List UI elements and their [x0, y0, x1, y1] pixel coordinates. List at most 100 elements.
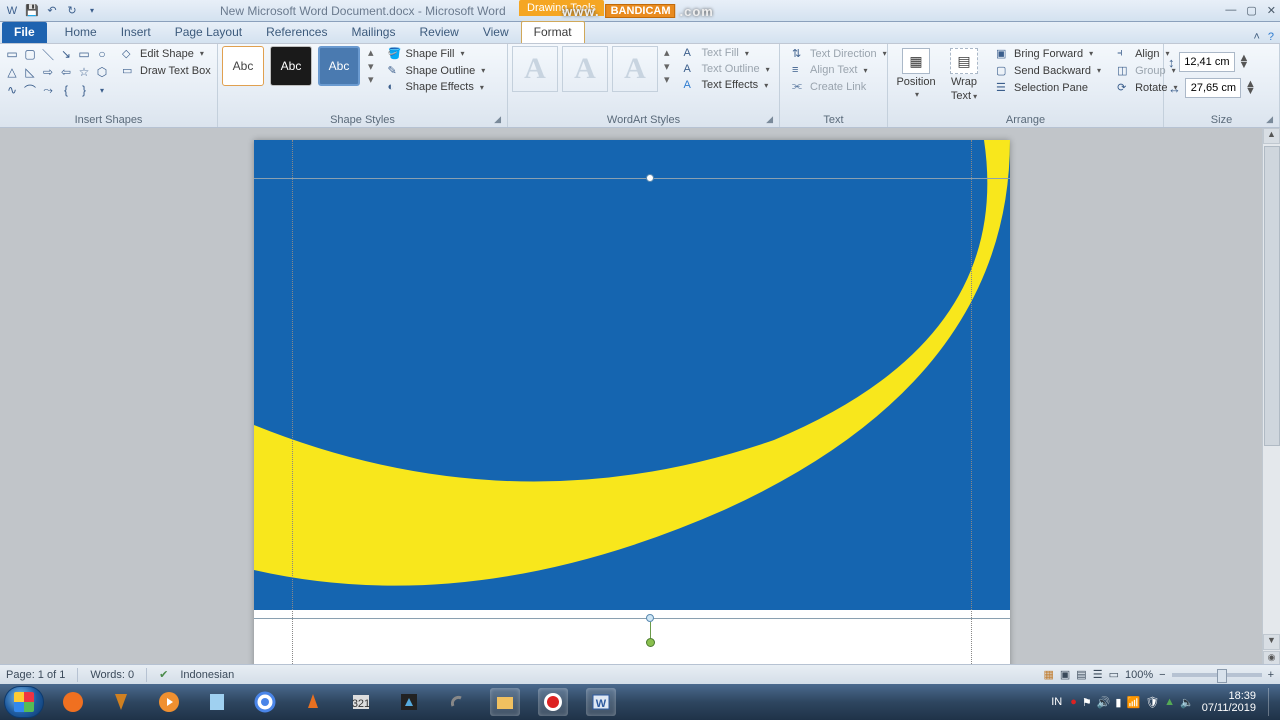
tray-sound-icon[interactable]: 🔈: [1180, 696, 1194, 709]
tab-format[interactable]: Format: [521, 21, 585, 43]
shape-arrow3-icon[interactable]: ⇦: [58, 64, 74, 80]
dialog-launcher-icon[interactable]: ◢: [1266, 114, 1273, 125]
taskbar-mpc-icon[interactable]: 321: [346, 688, 376, 716]
scroll-up-button[interactable]: ▲: [1263, 128, 1280, 144]
view-web-icon[interactable]: ▤: [1076, 668, 1086, 681]
width-spinner[interactable]: ▲▼: [1245, 81, 1256, 95]
zoom-slider[interactable]: [1172, 673, 1262, 677]
bring-forward-button[interactable]: ▣Bring Forward▾: [992, 46, 1105, 61]
draw-text-box-button[interactable]: ▭Draw Text Box: [118, 63, 215, 78]
tab-mailings[interactable]: Mailings: [339, 22, 407, 43]
tab-insert[interactable]: Insert: [109, 22, 163, 43]
status-page[interactable]: Page: 1 of 1: [6, 669, 65, 681]
shape-rect-icon[interactable]: ▭: [76, 46, 92, 62]
shapes-more-icon[interactable]: ▾: [94, 82, 110, 98]
zoom-out-button[interactable]: −: [1159, 669, 1165, 681]
shape-outline-button[interactable]: ✎Shape Outline▾: [384, 63, 490, 78]
shape-star-icon[interactable]: ☆: [76, 64, 92, 80]
shape-brace-icon[interactable]: {: [58, 82, 74, 98]
status-language[interactable]: Indonesian: [180, 669, 234, 681]
taskbar-app1-icon[interactable]: [394, 688, 424, 716]
shape-brace2-icon[interactable]: }: [76, 82, 92, 98]
shape-fill-button[interactable]: 🪣Shape Fill▾: [384, 46, 490, 61]
taskbar-bandicam-icon[interactable]: [538, 688, 568, 716]
close-button[interactable]: ✕: [1267, 4, 1276, 17]
undo-icon[interactable]: ↶: [44, 3, 60, 19]
tray-battery-icon[interactable]: ▮: [1115, 696, 1121, 709]
shapes-gallery[interactable]: ▭ ▢ ＼ ↘ ▭ ○ △ ◺ ⇨ ⇦ ☆ ⬡ ∿ ⌒ ⤳ { } ▾: [4, 46, 110, 98]
save-icon[interactable]: 💾: [24, 3, 40, 19]
show-desktop-button[interactable]: [1268, 688, 1276, 716]
shape-styles-gallery[interactable]: Abc Abc Abc ▴▾▾: [222, 46, 376, 86]
tab-page-layout[interactable]: Page Layout: [163, 22, 254, 43]
align-text-button[interactable]: ≡Align Text▾: [788, 63, 891, 77]
view-draft-icon[interactable]: ▭: [1109, 668, 1119, 681]
wordart-gallery-more[interactable]: ▴▾▾: [662, 46, 672, 86]
wordart-preset-3[interactable]: A: [612, 46, 658, 92]
redo-icon[interactable]: ↻: [64, 3, 80, 19]
wordart-preset-1[interactable]: A: [512, 46, 558, 92]
page[interactable]: [254, 140, 1010, 684]
selection-pane-button[interactable]: ☰Selection Pane: [992, 80, 1105, 95]
tab-review[interactable]: Review: [407, 22, 470, 43]
qat-more-icon[interactable]: ▾: [84, 3, 100, 19]
vertical-scrollbar[interactable]: ▲ ▼ ◉ ▼: [1262, 128, 1280, 684]
dialog-launcher-icon[interactable]: ◢: [766, 114, 773, 125]
tray-shield-icon[interactable]: 🛡: [1145, 696, 1159, 709]
tray-language[interactable]: IN: [1051, 696, 1062, 708]
style-preset-3[interactable]: Abc: [318, 46, 360, 86]
style-gallery-more[interactable]: ▴▾▾: [366, 46, 376, 86]
tab-home[interactable]: Home: [53, 22, 109, 43]
edit-shape-button[interactable]: ◇Edit Shape▾: [118, 46, 215, 61]
zoom-level[interactable]: 100%: [1125, 669, 1153, 681]
tray-volume-icon[interactable]: 🔊: [1097, 696, 1111, 709]
tray-flag-icon[interactable]: ⚑: [1082, 696, 1092, 709]
scroll-thumb[interactable]: [1264, 146, 1280, 446]
style-preset-1[interactable]: Abc: [222, 46, 264, 86]
shape-line-icon[interactable]: ＼: [40, 46, 56, 62]
wrap-text-button[interactable]: ▤ Wrap Text▾: [944, 46, 984, 104]
start-button[interactable]: [4, 686, 44, 718]
taskbar-word-icon[interactable]: W: [586, 688, 616, 716]
taskbar-uc-browser-icon[interactable]: [58, 688, 88, 716]
shape-oval-icon[interactable]: ○: [94, 46, 110, 62]
taskbar-explorer-icon[interactable]: [490, 688, 520, 716]
height-spinner[interactable]: ▲▼: [1239, 55, 1250, 69]
text-outline-button[interactable]: AText Outline▾: [680, 62, 774, 76]
taskbar-media-player-icon[interactable]: [154, 688, 184, 716]
help-icon[interactable]: ?: [1268, 31, 1274, 43]
tray-network-icon[interactable]: 📶: [1126, 696, 1140, 709]
shape-hex-icon[interactable]: ⬡: [94, 64, 110, 80]
taskbar-chrome-icon[interactable]: [250, 688, 280, 716]
shape-effects-button[interactable]: ◐Shape Effects▾: [384, 80, 490, 94]
status-words[interactable]: Words: 0: [90, 669, 134, 681]
shape-curve-icon[interactable]: ∿: [4, 82, 20, 98]
tray-update-icon[interactable]: ▲: [1164, 696, 1175, 709]
shape-arc-icon[interactable]: ⌒: [22, 82, 38, 98]
dialog-launcher-icon[interactable]: ◢: [494, 114, 501, 125]
view-full-screen-icon[interactable]: ▣: [1060, 668, 1070, 681]
shape-arrow2-icon[interactable]: ⇨: [40, 64, 56, 80]
minimize-ribbon-icon[interactable]: ˄: [1253, 31, 1259, 43]
shape-connector-icon[interactable]: ⤳: [40, 82, 56, 98]
text-fill-button[interactable]: AText Fill▾: [680, 46, 774, 60]
text-effects-button[interactable]: AText Effects▾: [680, 78, 774, 92]
shape-triangle-icon[interactable]: △: [4, 64, 20, 80]
shape-rtriangle-icon[interactable]: ◺: [22, 64, 38, 80]
tray-record-icon[interactable]: ●: [1070, 696, 1077, 709]
document-area[interactable]: ✥: [0, 128, 1262, 684]
tab-references[interactable]: References: [254, 22, 339, 43]
tab-file[interactable]: File: [2, 22, 47, 43]
shape-picture-icon[interactable]: ▢: [22, 46, 38, 62]
shape-textbox-icon[interactable]: ▭: [4, 46, 20, 62]
view-print-layout-icon[interactable]: ▦: [1043, 668, 1053, 681]
taskbar-notepad-icon[interactable]: [202, 688, 232, 716]
send-backward-button[interactable]: ▢Send Backward▾: [992, 63, 1105, 78]
shape-arrow-icon[interactable]: ↘: [58, 46, 74, 62]
restore-button[interactable]: ▢: [1246, 4, 1256, 17]
wordart-gallery[interactable]: A A A ▴▾▾: [512, 46, 672, 92]
proofing-icon[interactable]: ✔: [159, 668, 168, 681]
scroll-down-button[interactable]: ▼: [1263, 634, 1280, 650]
zoom-in-button[interactable]: +: [1268, 669, 1274, 681]
minimize-button[interactable]: —: [1225, 4, 1236, 17]
